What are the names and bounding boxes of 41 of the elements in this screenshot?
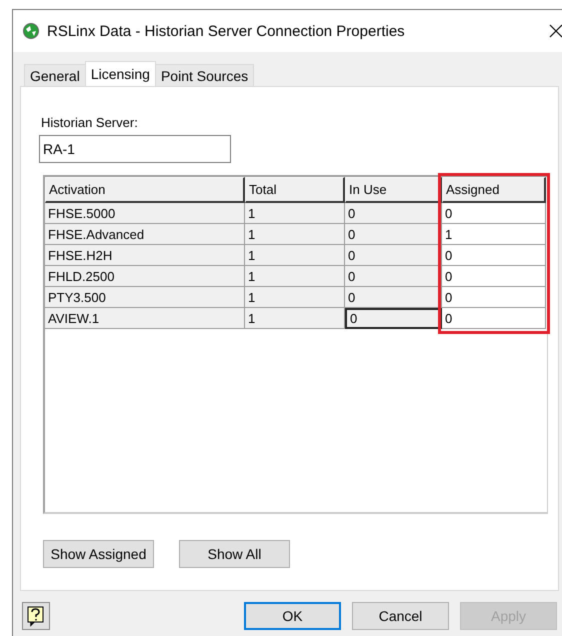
table-cell: 1 <box>245 266 345 287</box>
table-cell: 0 <box>345 203 442 224</box>
table-cell: FHSE.H2H <box>45 245 245 266</box>
table-cell: FHLD.2500 <box>45 266 245 287</box>
field-label: Historian Server: <box>41 115 139 130</box>
column-header[interactable]: Activation <box>45 177 245 203</box>
tab[interactable]: Point Sources <box>154 64 254 86</box>
panel-button[interactable]: Show Assigned <box>43 540 154 568</box>
table-cell: 0 <box>345 287 442 308</box>
table-cell: 1 <box>245 203 345 224</box>
panel-button[interactable]: Show All <box>179 540 290 568</box>
table-cell: FHSE.Advanced <box>45 224 245 245</box>
table-cell: 1 <box>245 224 345 245</box>
close-icon[interactable] <box>549 24 562 38</box>
table-cell: 0 <box>345 308 442 329</box>
tab[interactable]: General <box>24 64 86 86</box>
column-header[interactable]: Assigned <box>442 177 546 203</box>
table-cell: 1 <box>245 245 345 266</box>
table-cell: FHSE.5000 <box>45 203 245 224</box>
table-cell: 0 <box>345 245 442 266</box>
table-cell: 1 <box>245 308 345 329</box>
tab[interactable]: Licensing <box>84 61 156 86</box>
window-title: RSLinx Data - Historian Server Connection Properties <box>47 22 406 40</box>
table-cell[interactable]: 1 <box>442 224 546 245</box>
table-cell[interactable]: 0 <box>442 203 546 224</box>
table-cell[interactable]: 0 <box>442 287 546 308</box>
table-cell[interactable]: 0 <box>442 308 546 329</box>
table-cell: 0 <box>345 266 442 287</box>
dialog-button[interactable]: Cancel <box>352 602 449 630</box>
table-cell[interactable]: 0 <box>442 266 546 287</box>
help-icon[interactable] <box>22 602 50 630</box>
dialog-button[interactable]: OK <box>244 602 341 630</box>
table-cell: 0 <box>345 224 442 245</box>
table-cell: 1 <box>245 287 345 308</box>
table-cell: PTY3.500 <box>45 287 245 308</box>
globe-icon <box>23 23 39 39</box>
column-header[interactable]: In Use <box>345 177 442 203</box>
table-cell[interactable]: 0 <box>442 245 546 266</box>
input-field[interactable]: RA-1 <box>39 135 231 163</box>
table-cell: AVIEW.1 <box>45 308 245 329</box>
column-header[interactable]: Total <box>245 177 345 203</box>
